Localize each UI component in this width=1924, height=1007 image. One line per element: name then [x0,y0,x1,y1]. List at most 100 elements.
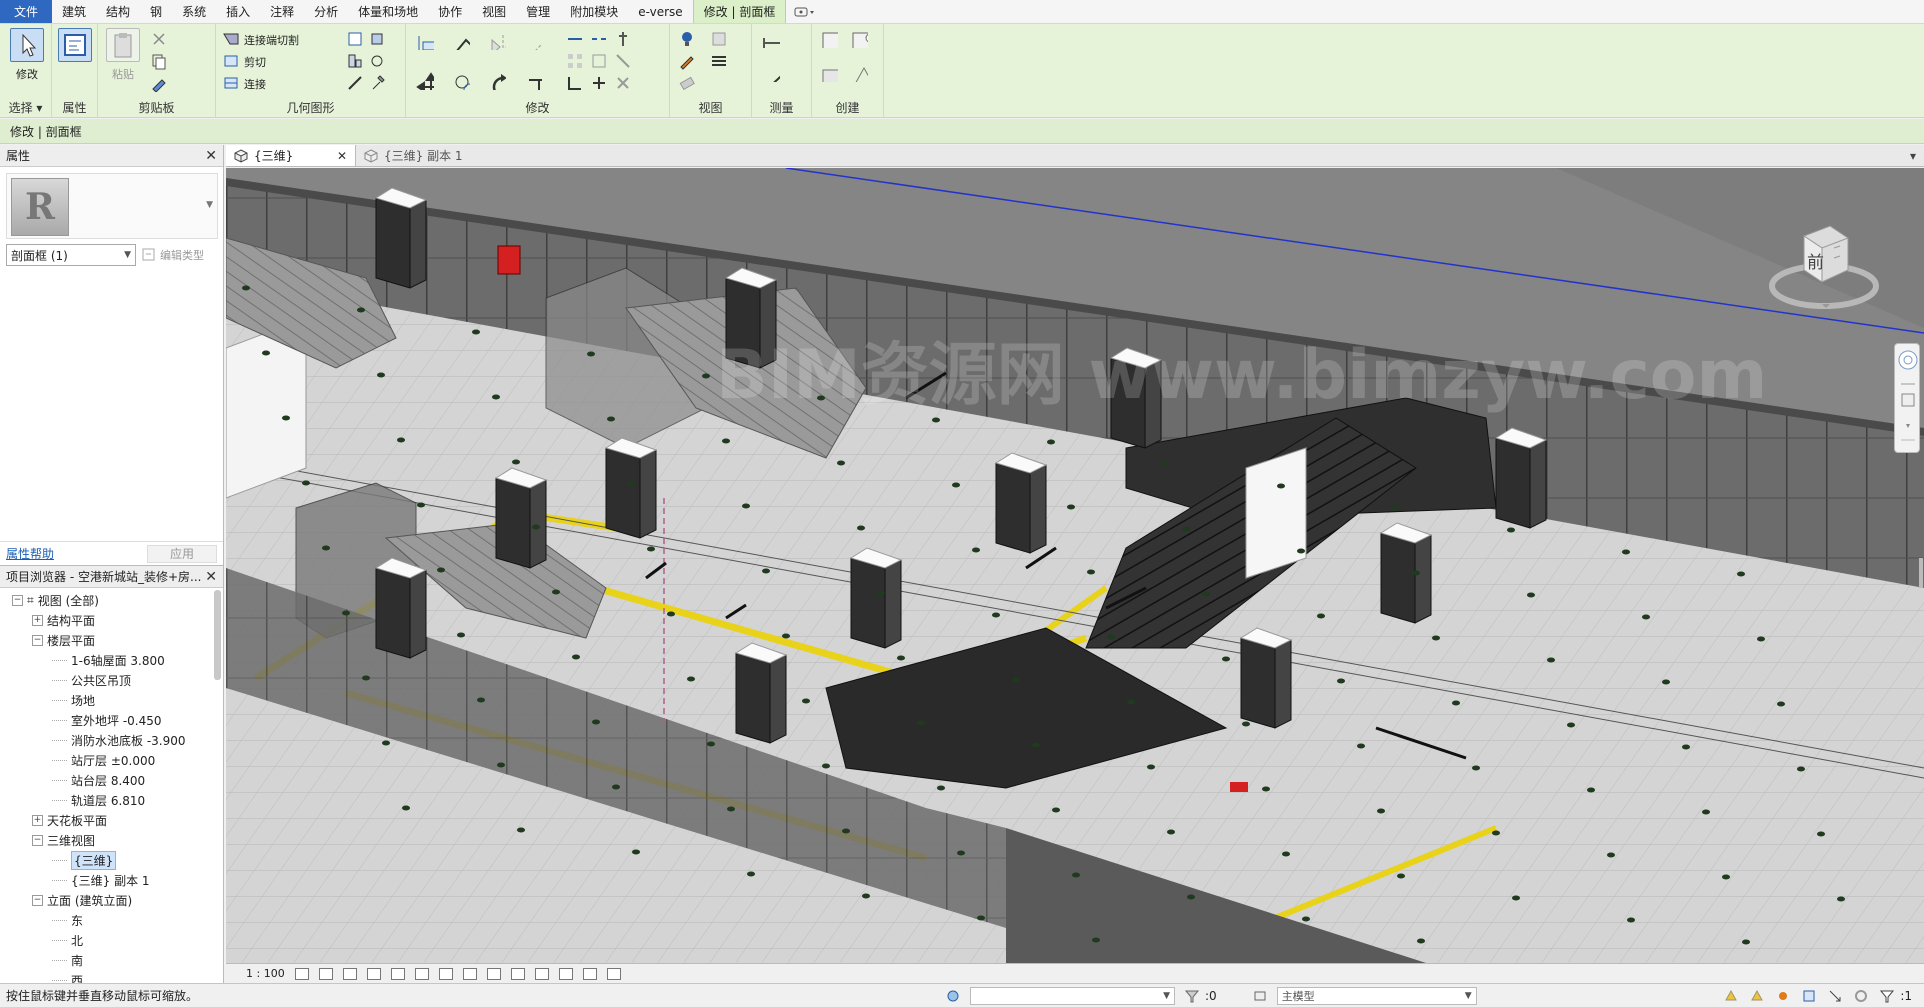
viewcube-front-label[interactable]: 前 [1807,253,1824,273]
browser-item[interactable]: 场地 [0,690,214,710]
trim-single-icon[interactable] [566,74,584,92]
split-gap-icon[interactable] [590,30,608,48]
browser-item[interactable]: − 立面 (建筑立面) [0,890,214,910]
select-by-face-icon[interactable] [1801,988,1817,1004]
create-assembly-icon[interactable] [820,30,848,58]
worksets-icon[interactable] [945,988,961,1004]
tab-collaborate[interactable]: 协作 [428,0,472,23]
properties-help-link[interactable]: 属性帮助 [6,545,54,562]
scale-icon[interactable] [590,52,608,70]
browser-item[interactable]: + 结构平面 [0,610,214,630]
browser-item[interactable]: 站厅层 ±0.000 [0,750,214,770]
browser-item[interactable]: 站台层 8.400 [0,770,214,790]
tab-addins[interactable]: 附加模块 [560,0,628,23]
expand-icon[interactable]: + [32,814,43,826]
collapse-icon[interactable]: − [32,834,43,846]
browser-item[interactable]: 公共区吊顶 [0,670,214,690]
modify-button[interactable]: 修改 [8,28,46,90]
browser-scrollbar[interactable] [214,590,221,680]
expand-icon[interactable]: + [32,614,43,626]
browser-item[interactable]: + 天花板平面 [0,810,214,830]
browser-item[interactable]: − 楼层平面 [0,630,214,650]
trim-multiple-icon[interactable] [590,74,608,92]
chevron-down-icon[interactable] [1906,424,1910,428]
properties-button[interactable] [56,28,94,90]
constraints-icon[interactable] [606,967,621,980]
tab-steel[interactable]: 钢 [140,0,172,23]
wall-joins-icon[interactable] [346,52,364,70]
eraser-icon[interactable] [678,74,696,92]
lock-view-icon[interactable] [462,967,477,980]
visual-style-icon[interactable] [318,967,333,980]
browser-item[interactable]: − 三维视图 [0,830,214,850]
view-scale[interactable]: 1 : 100 [246,967,285,980]
browser-item[interactable]: − ⌗ 视图 (全部) [0,590,214,610]
browser-item[interactable]: 西 [0,970,214,983]
collapse-icon[interactable]: − [12,594,23,606]
hide-bulb-icon[interactable] [678,30,696,48]
design-option-dropdown[interactable]: 主模型 ▼ [1276,986,1477,1005]
tab-overflow-icon[interactable]: ▾ [1902,145,1924,166]
browser-item[interactable]: 1-6轴屋面 3.800 [0,650,214,670]
drag-elements-icon[interactable] [1827,988,1843,1004]
tab-view-3d[interactable]: {三维} ✕ [226,145,356,166]
select-underlay-icon[interactable] [1749,988,1765,1004]
cope-icon[interactable] [222,30,240,48]
tab-architecture[interactable]: 建筑 [52,0,96,23]
join-label[interactable]: 连接 [244,76,266,92]
override-graphics-icon[interactable] [710,30,728,48]
collapse-icon[interactable]: − [32,634,43,646]
tab-everse[interactable]: e-verse [628,0,692,23]
match-properties-icon[interactable] [150,74,168,93]
delete-icon[interactable] [614,74,632,92]
cut-icon[interactable] [150,30,168,48]
array-icon[interactable] [566,52,584,70]
create-similar-icon[interactable] [850,64,878,92]
highlight-displacement-icon[interactable] [582,967,597,980]
split-icon[interactable] [566,30,584,48]
trim-extend-icon[interactable] [524,72,554,102]
select-pinned-icon[interactable] [1775,988,1791,1004]
tab-options-icon[interactable] [786,0,824,23]
zoom-icon[interactable] [1901,393,1915,407]
worksharing-icon[interactable] [534,967,549,980]
type-selector[interactable]: R ▼ [6,173,218,239]
render-icon[interactable] [390,967,405,980]
split-face-icon[interactable] [346,30,364,48]
tab-manage[interactable]: 管理 [516,0,560,23]
unpin-icon[interactable] [614,52,632,70]
tab-modify-section-box[interactable]: 修改 | 剖面框 [692,0,787,23]
browser-item[interactable]: 南 [0,950,214,970]
design-options-icon[interactable] [1252,988,1268,1004]
browser-item[interactable]: 消防水池底板 -3.900 [0,730,214,750]
edit-profile-icon[interactable] [346,74,364,92]
shadows-icon[interactable] [366,967,381,980]
tab-insert[interactable]: 插入 [216,0,260,23]
dimension-icon[interactable] [762,64,798,94]
join-geometry-icon[interactable] [222,74,240,92]
hammer-icon[interactable] [368,74,386,92]
pin-icon[interactable] [614,30,632,48]
paint-icon[interactable] [368,30,386,48]
tab-analyze[interactable]: 分析 [304,0,348,23]
tab-structure[interactable]: 结构 [96,0,140,23]
sun-path-icon[interactable] [342,967,357,980]
tab-view[interactable]: 视图 [472,0,516,23]
instance-selector[interactable]: 剖面框 (1) ▼ [6,244,136,266]
create-group-icon[interactable] [820,64,848,92]
move-icon[interactable] [416,72,446,102]
browser-item[interactable]: {三维} [0,850,214,870]
rotate-icon[interactable] [488,72,518,102]
steering-wheel-icon[interactable] [1898,350,1918,370]
viewcube[interactable]: 前 [1764,208,1884,318]
crop-view-icon[interactable] [414,967,429,980]
filter-icon[interactable] [1879,988,1895,1004]
close-icon[interactable]: ✕ [205,569,217,585]
copy-elements-icon[interactable] [452,72,482,102]
linework-brush-icon[interactable] [678,52,696,70]
mirror-draw-icon[interactable] [524,32,554,62]
browser-item[interactable]: 轨道层 6.810 [0,790,214,810]
cut-label[interactable]: 剪切 [244,54,266,70]
show-crop-icon[interactable] [438,967,453,980]
browser-item[interactable]: 室外地坪 -0.450 [0,710,214,730]
